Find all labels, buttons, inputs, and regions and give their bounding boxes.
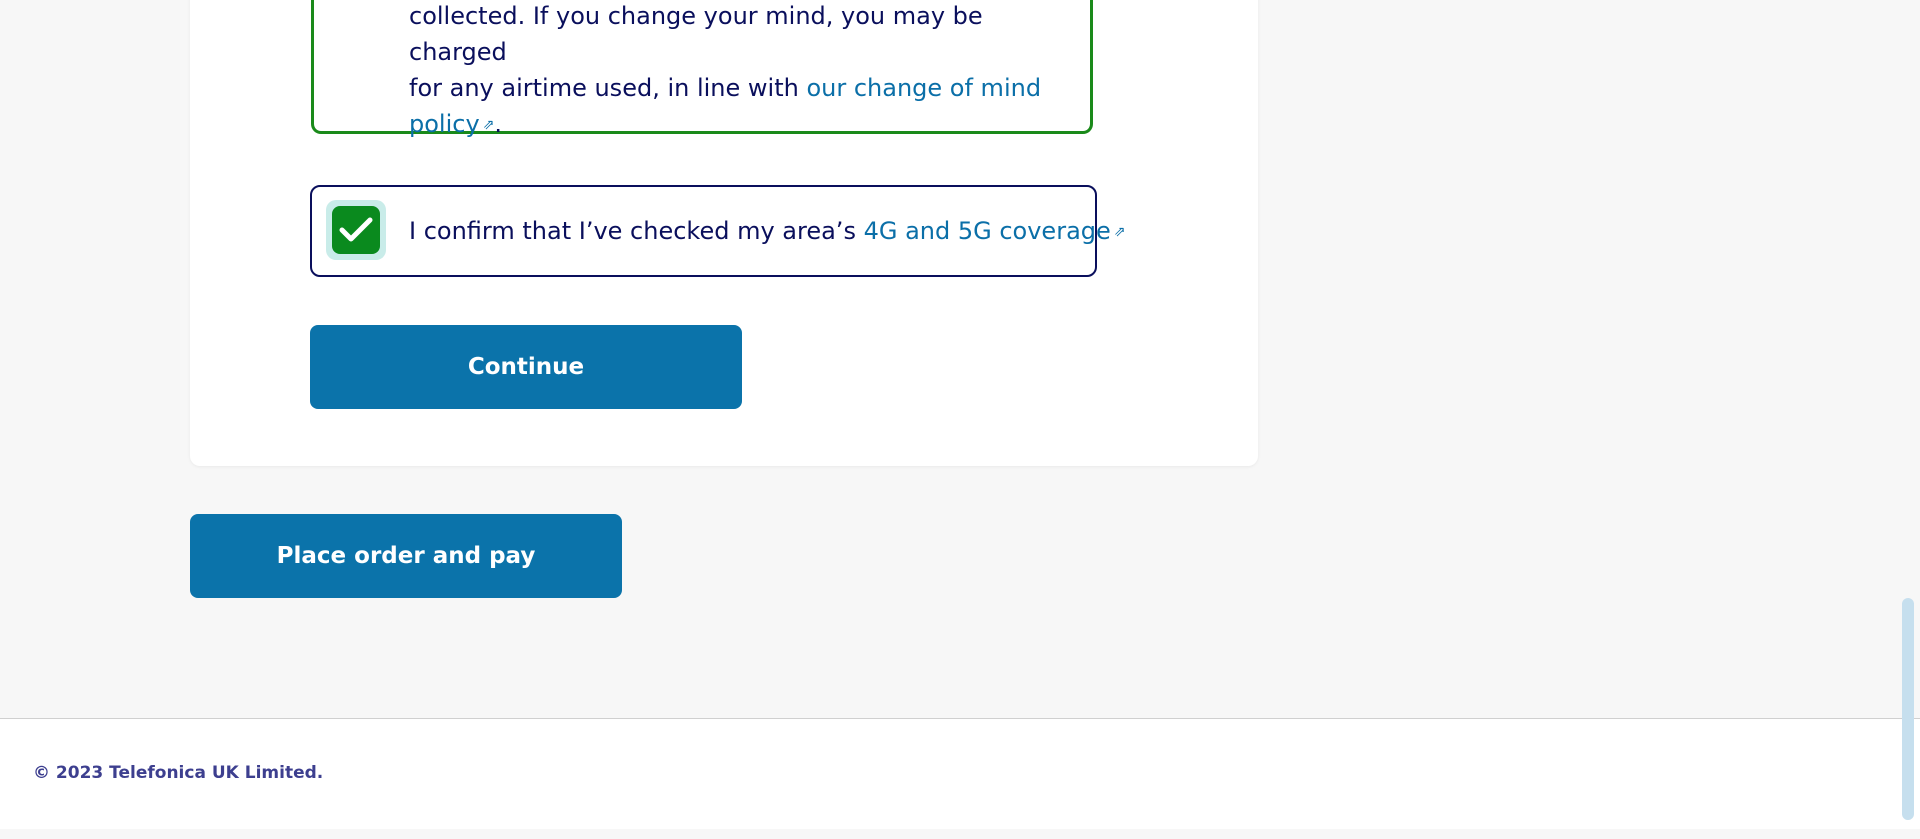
coverage-checkbox[interactable]	[332, 206, 380, 254]
coverage-checkbox-focus-ring[interactable]	[326, 200, 386, 260]
coverage-confirmation[interactable]: I confirm that I’ve checked my area’s 4G…	[310, 185, 1126, 277]
policy-trailing: .	[494, 110, 503, 138]
coverage-confirmation-label: I confirm that I’ve checked my area’s 4G…	[409, 213, 1126, 250]
checkmark-icon	[339, 217, 373, 242]
external-link-icon: ⇗	[482, 117, 495, 133]
checkout-page: collected. If you change your mind, you …	[0, 0, 1920, 839]
scrollbar-thumb[interactable]	[1902, 598, 1914, 820]
policy-line-1: collected. If you change your mind, you …	[409, 2, 983, 66]
place-order-and-pay-button[interactable]: Place order and pay	[190, 514, 622, 598]
footer: © 2023 Telefonica UK Limited.	[0, 718, 1920, 829]
external-link-icon: ⇗	[1113, 224, 1126, 240]
policy-link-part-2[interactable]: policy	[409, 110, 480, 138]
coverage-link[interactable]: 4G and 5G coverage ⇗	[864, 217, 1126, 245]
change-of-mind-text: collected. If you change your mind, you …	[409, 0, 1049, 143]
copyright-text: © 2023 Telefonica UK Limited.	[33, 763, 324, 783]
policy-link-part-1[interactable]: our change of mind	[806, 74, 1041, 102]
coverage-link-label[interactable]: 4G and 5G coverage	[864, 217, 1111, 245]
coverage-confirm-text: I confirm that I’ve checked my area’s	[409, 217, 864, 245]
policy-line-2: for any airtime used, in line with	[409, 74, 807, 102]
continue-button[interactable]: Continue	[310, 325, 742, 409]
